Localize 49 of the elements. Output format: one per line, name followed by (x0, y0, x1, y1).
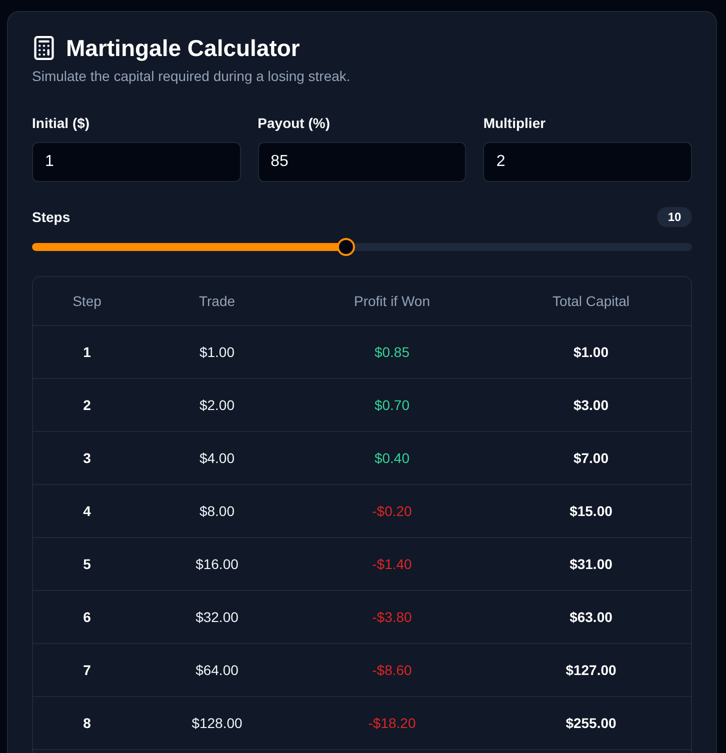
table-cell-text: $63.00 (570, 608, 612, 627)
table-cell-text: -$8.60 (372, 661, 412, 680)
table-cell-text: $0.70 (374, 396, 410, 415)
table-cell-text: $127.00 (566, 661, 616, 680)
steps-label: Steps (32, 208, 70, 227)
column-header: Profit if Won (354, 292, 430, 311)
steps-value-badge: 10 (657, 207, 692, 227)
table-cell-text: $7.00 (573, 449, 609, 468)
calculator-icon (34, 36, 54, 60)
field-label: Multiplier (483, 114, 547, 133)
table-cell-text: 2 (83, 396, 91, 415)
table-cell-text: $2.00 (199, 396, 235, 415)
slider-thumb[interactable] (336, 238, 354, 256)
input-field[interactable]: 2 (483, 142, 692, 182)
field-label: Payout (%) (258, 114, 331, 133)
table-cell-text: $32.00 (196, 608, 238, 627)
input-field[interactable]: 85 (258, 142, 466, 182)
table-cell-text: $1.00 (199, 343, 235, 362)
table-cell-text: 4 (83, 502, 91, 521)
table-cell-text: $0.85 (374, 343, 410, 362)
table-cell-text: -$18.20 (368, 714, 416, 733)
table-cell-text: $255.00 (566, 714, 616, 733)
page-title: Martingale Calculator (66, 34, 300, 62)
table-cell-text: $3.00 (573, 396, 609, 415)
table-cell-text: $8.00 (199, 502, 235, 521)
column-header: Trade (198, 292, 236, 311)
table-cell-text: $0.40 (374, 449, 410, 468)
slider-track[interactable] (32, 243, 692, 251)
table-cell-text: 5 (83, 555, 91, 574)
table-cell-text: 1 (83, 343, 91, 362)
page-subtitle: Simulate the capital required during a losing streak. (32, 67, 352, 86)
table-cell-text: $15.00 (570, 502, 612, 521)
field-label: Initial ($) (32, 114, 91, 133)
table-cell-text: -$0.20 (372, 502, 412, 521)
table-cell-text: $16.00 (196, 555, 238, 574)
table-cell-text: $64.00 (196, 661, 238, 680)
input-field[interactable]: 1 (32, 142, 241, 182)
table-cell-text: 7 (83, 661, 91, 680)
table-cell-text: 8 (83, 714, 91, 733)
column-header: Step (72, 292, 102, 311)
table-cell-text: 3 (83, 449, 91, 468)
table-cell-text: $4.00 (199, 449, 235, 468)
table-cell-text: -$3.80 (372, 608, 412, 627)
column-header: Total Capital (552, 292, 630, 311)
table-cell-text: 6 (83, 608, 91, 627)
table-cell-text: $128.00 (192, 714, 242, 733)
table-cell-text: -$1.40 (372, 555, 412, 574)
table-cell-text: $1.00 (573, 343, 609, 362)
table-cell-text: $31.00 (570, 555, 612, 574)
